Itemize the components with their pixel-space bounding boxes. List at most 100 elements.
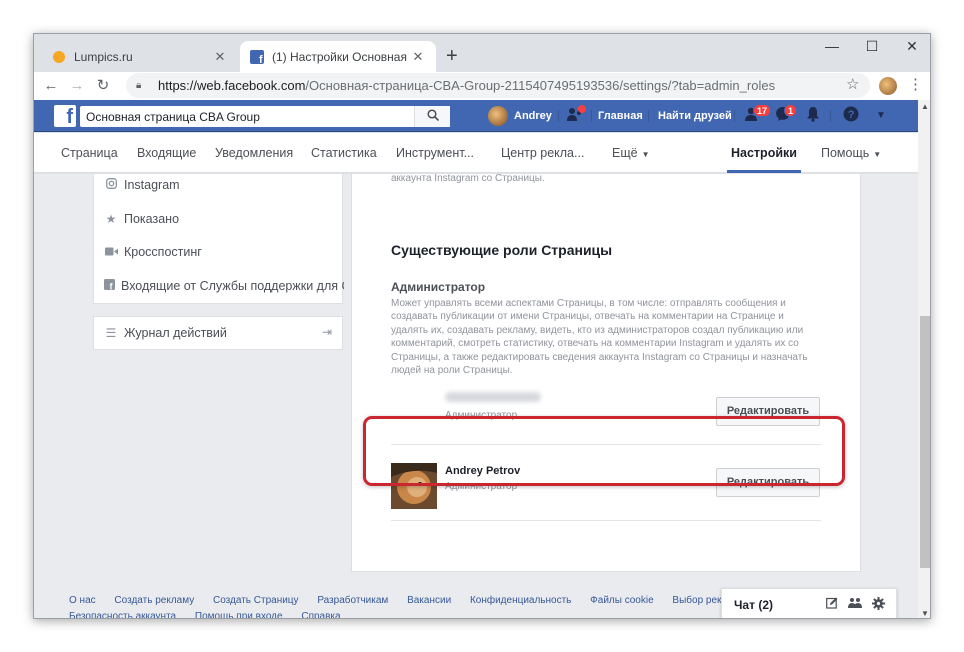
menu-kebab-icon[interactable]: ⋮ xyxy=(908,75,923,93)
tab-title: Lumpics.ru xyxy=(74,49,133,64)
sidebar-item-support-inbox[interactable]: f Входящие от Службы поддержки для Стр xyxy=(104,276,344,296)
footer-links: О нас Создать рекламу Создать Страницу Р… xyxy=(69,595,769,606)
tab-page[interactable]: Страница xyxy=(61,133,118,173)
facebook-logo-icon[interactable]: f xyxy=(54,105,76,128)
page-scrollbar[interactable]: ▲ ▼ xyxy=(918,100,930,618)
profile-link[interactable]: Andrey xyxy=(488,106,552,126)
blurred-name xyxy=(445,392,541,402)
caret-down-icon: ▼ xyxy=(873,150,882,159)
chat-bar[interactable]: Чат (2) xyxy=(721,588,897,618)
activity-log-label: Журнал действий xyxy=(124,326,227,340)
minimize-button[interactable]: — xyxy=(812,34,852,60)
separator xyxy=(591,110,592,122)
svg-text:f: f xyxy=(259,54,263,64)
activity-log-link[interactable]: ☰ Журнал действий ⇥ xyxy=(93,316,343,350)
activity-log-row: ☰ Журнал действий xyxy=(104,323,332,343)
tab-inbox[interactable]: Входящие xyxy=(137,133,196,173)
footer-link[interactable]: О нас xyxy=(69,595,96,606)
sidebar-item-label: Входящие от Службы поддержки для Стр xyxy=(121,279,344,293)
admin-role-description: Может управлять всеми аспектами Страницы… xyxy=(391,298,808,377)
friend-requests-icon[interactable]: 17 xyxy=(742,104,772,126)
tab-close-icon[interactable]: ✕ xyxy=(410,49,426,65)
footer-link[interactable]: Файлы cookie xyxy=(590,595,653,606)
settings-sidebar: Instagram ★ Показано Кросспостинг f Вход… xyxy=(93,174,344,304)
facebook-search-input[interactable]: Основная страница CBA Group xyxy=(80,106,450,127)
tab-insights[interactable]: Статистика xyxy=(311,133,377,173)
new-tab-button[interactable]: + xyxy=(446,44,458,68)
address-bar[interactable]: 🔒︎ https://web.facebook.com/Основная-стр… xyxy=(126,73,870,98)
account-dropdown-icon[interactable]: ▼ xyxy=(870,106,892,126)
sidebar-item-crossposting[interactable]: Кросспостинг xyxy=(104,242,202,262)
lumpics-favicon-icon xyxy=(52,50,66,64)
video-icon xyxy=(104,245,118,259)
friend-requests-badge: 17 xyxy=(753,104,772,117)
sidebar-item-label: Кросспостинг xyxy=(124,245,202,259)
group-icon[interactable] xyxy=(848,597,862,612)
tab-help[interactable]: Помощь ▼ xyxy=(821,133,881,173)
footer-link[interactable]: Безопасность аккаунта xyxy=(69,611,176,618)
separator xyxy=(558,110,559,122)
divider xyxy=(391,520,821,521)
address-bar-row: ← → ↻ 🔒︎ https://web.facebook.com/Основн… xyxy=(34,72,930,100)
sidebar-item-label: Показано xyxy=(124,212,180,226)
tab-close-icon[interactable]: ✕ xyxy=(212,49,228,65)
messages-badge: 1 xyxy=(784,104,798,117)
sidebar-item-label: Instagram xyxy=(124,178,180,192)
admin-role-title: Администратор xyxy=(391,280,486,294)
separator xyxy=(734,110,735,122)
page-tabs-nav: Страница Входящие Уведомления Статистика… xyxy=(34,133,930,173)
tab-more[interactable]: Ещё ▼ xyxy=(612,133,650,173)
gear-icon[interactable] xyxy=(872,597,885,613)
maximize-button[interactable]: ☐ xyxy=(852,34,892,60)
url-text: https://web.facebook.com/Основная-страни… xyxy=(158,78,776,93)
sidebar-item-instagram[interactable]: Instagram xyxy=(104,175,180,195)
scroll-up-icon[interactable]: ▲ xyxy=(921,102,929,111)
notifications-bell-icon[interactable] xyxy=(802,106,824,126)
sign-in-arrow-icon: ⇥ xyxy=(321,325,332,339)
footer-link[interactable]: Конфиденциальность xyxy=(470,595,571,606)
scroll-down-icon[interactable]: ▼ xyxy=(921,609,929,618)
caret-down-icon: ▼ xyxy=(641,150,650,159)
separator xyxy=(830,110,831,122)
close-window-button[interactable]: ✕ xyxy=(892,34,930,60)
friends-suggest-icon[interactable] xyxy=(564,105,586,126)
forward-arrow-icon[interactable]: → xyxy=(66,75,88,97)
footer-link[interactable]: Создать Страницу xyxy=(213,595,299,606)
messenger-icon[interactable]: 1 xyxy=(772,104,798,126)
sidebar-item-featured[interactable]: ★ Показано xyxy=(104,209,179,229)
profile-avatar[interactable] xyxy=(879,77,897,95)
notification-dot xyxy=(578,105,586,113)
highlight-annotation xyxy=(363,416,845,486)
back-arrow-icon[interactable]: ← xyxy=(40,75,62,97)
reload-icon[interactable]: ↻ xyxy=(92,75,114,97)
home-link[interactable]: Главная xyxy=(598,106,643,126)
find-friends-link[interactable]: Найти друзей xyxy=(658,106,732,126)
browser-window: Lumpics.ru ✕ f (1) Настройки Основная ст… xyxy=(33,33,931,619)
footer-link[interactable]: Вакансии xyxy=(407,595,451,606)
tab-settings[interactable]: Настройки xyxy=(727,133,801,173)
footer-link[interactable]: Создать рекламу xyxy=(114,595,194,606)
tab-facebook-settings[interactable]: f (1) Настройки Основная страни ✕ xyxy=(240,41,436,72)
tab-tools[interactable]: Инструмент... xyxy=(396,133,474,173)
separator xyxy=(648,110,649,122)
tab-strip: Lumpics.ru ✕ f (1) Настройки Основная ст… xyxy=(34,34,930,72)
facebook-icon: f xyxy=(104,279,115,293)
user-name: Andrey xyxy=(514,110,552,122)
tab-title: (1) Настройки Основная страни xyxy=(272,49,410,64)
chat-label: Чат (2) xyxy=(734,598,773,612)
existing-roles-title: Существующие роли Страницы xyxy=(391,242,613,258)
compose-icon[interactable] xyxy=(826,597,838,612)
list-icon: ☰ xyxy=(105,326,117,340)
tab-lumpics[interactable]: Lumpics.ru ✕ xyxy=(42,41,238,72)
tab-ad-center[interactable]: Центр рекла... xyxy=(501,133,584,173)
help-question-icon[interactable]: ? xyxy=(840,106,862,126)
tab-notifications[interactable]: Уведомления xyxy=(215,133,293,173)
footer-link[interactable]: Помощь при входе xyxy=(195,611,283,618)
footer-links-second-row: Безопасность аккаунта Помощь при входе С… xyxy=(69,611,357,618)
footer-link[interactable]: Разработчикам xyxy=(317,595,388,606)
bookmark-star-icon[interactable]: ☆ xyxy=(846,75,859,93)
scrollbar-thumb[interactable] xyxy=(920,316,930,568)
page-content: Instagram ★ Показано Кросспостинг f Вход… xyxy=(34,174,918,618)
footer-link[interactable]: Справка xyxy=(301,611,340,618)
search-icon[interactable] xyxy=(414,106,450,127)
